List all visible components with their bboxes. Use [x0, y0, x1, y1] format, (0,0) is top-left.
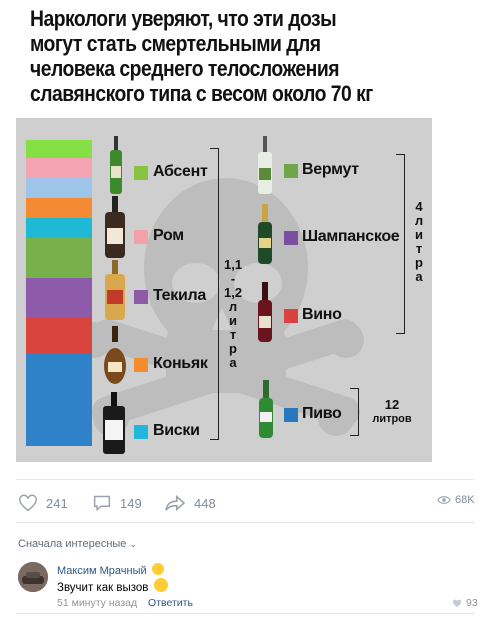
comments-divider [16, 613, 475, 614]
eye-icon [437, 496, 451, 504]
comment-meta: 51 минуту назад Ответить [57, 597, 193, 609]
beer-volume-bracket [350, 388, 359, 436]
comment-button[interactable]: 149 [92, 494, 142, 512]
stack-band [26, 158, 92, 178]
absinthe-bottle-icon [110, 136, 122, 194]
left-volume-text: - [230, 271, 236, 286]
right-volume-text: л [414, 213, 424, 228]
left-volume-text: 1,2 [224, 285, 243, 300]
rum-bottle-icon [105, 196, 125, 258]
wine-label: Вино [302, 306, 342, 323]
car-avatar-image [18, 562, 48, 592]
left-volume-text: и [229, 313, 237, 328]
whiskey-label: Виски [153, 422, 200, 439]
post-title: Наркологи уверяют, что эти дозы могут ст… [30, 6, 391, 106]
stack-band [26, 278, 92, 318]
comment-author-name: Максим Мрачный [57, 565, 147, 577]
rum-label: Ром [153, 227, 184, 244]
beer-volume-unit: литров [372, 413, 412, 425]
rum-swatch [134, 230, 148, 244]
post-title-line: могут стать смертельными для [30, 31, 321, 56]
views-count: 68K [455, 494, 475, 506]
champagne-swatch [284, 231, 298, 245]
tequila-label: Текила [153, 287, 206, 304]
left-volume-text: а [229, 355, 237, 370]
left-volume-bracket [210, 148, 219, 440]
color-stack [26, 140, 92, 446]
right-volume-text: а [415, 269, 423, 284]
actions-divider-top [16, 479, 475, 480]
comments-sort-dropdown[interactable]: Сначала интересные ⌄ [18, 538, 137, 550]
sort-label: Сначала интересные [18, 538, 127, 550]
sunglasses-emoji-icon [151, 563, 164, 575]
comment-icon [93, 495, 111, 512]
like-count: 241 [46, 495, 68, 511]
right-volume-text: т [415, 241, 423, 256]
like-button[interactable]: 241 [18, 494, 68, 512]
comment-like-count: 93 [466, 597, 478, 609]
post-title-line: Наркологи уверяют, что эти дозы [30, 6, 337, 31]
wine-swatch [284, 309, 298, 323]
stack-band [26, 318, 92, 354]
stack-band [26, 178, 92, 198]
left-volume-text: л [228, 299, 238, 314]
stack-band [26, 238, 92, 278]
stack-band [26, 198, 92, 218]
share-button[interactable]: 448 [164, 494, 216, 512]
comment-text-body: Звучит как вызов [57, 582, 149, 594]
comment-text: Звучит как вызов [57, 578, 168, 594]
beer-volume-label: 12 литров [364, 398, 420, 426]
absinthe-label: Абсент [153, 163, 208, 180]
vermouth-swatch [284, 164, 298, 178]
right-volume-label: 4 л и т р а [412, 200, 426, 284]
cognac-bottle-icon [104, 326, 126, 384]
whiskey-bottle-icon [103, 392, 125, 454]
right-volume-text: 4 [415, 199, 423, 214]
wine-bottle-icon [258, 282, 272, 342]
share-arrow-icon [165, 494, 186, 512]
comment-like-button[interactable]: 93 [452, 597, 478, 609]
tequila-bottle-icon [105, 260, 125, 320]
left-volume-label: 1,1 - 1,2 л и т р а [224, 258, 242, 370]
cognac-label: Коньяк [153, 355, 208, 372]
post-title-line: славянского типа с весом около 70 кг [30, 81, 373, 106]
comment-time[interactable]: 51 минуту назад [57, 597, 137, 609]
left-volume-text: т [229, 327, 237, 342]
cognac-swatch [134, 358, 148, 372]
share-count: 448 [194, 495, 216, 511]
comment-count: 149 [120, 495, 142, 511]
heart-icon [452, 599, 462, 607]
beer-bottle-icon [259, 380, 273, 438]
vermouth-bottle-icon [258, 136, 272, 194]
post-image[interactable]: Абсент Ром Текила Коньяк Виски 1,1 - 1,2… [16, 118, 432, 462]
tequila-swatch [134, 290, 148, 304]
vermouth-label: Вермут [302, 161, 359, 178]
champagne-bottle-icon [258, 204, 272, 264]
right-volume-text: и [415, 227, 423, 242]
comment-author[interactable]: Максим Мрачный [57, 563, 164, 577]
chevron-down-icon: ⌄ [129, 539, 138, 549]
reply-link[interactable]: Ответить [148, 597, 193, 609]
left-volume-text: р [229, 341, 237, 356]
beer-swatch [284, 408, 298, 422]
avatar[interactable] [18, 562, 48, 592]
stack-band [26, 354, 92, 446]
champagne-label: Шампанское [302, 228, 400, 245]
views-counter: 68K [437, 494, 475, 506]
absinthe-swatch [134, 166, 148, 180]
beer-volume-number: 12 [384, 397, 400, 412]
stack-band [26, 218, 92, 238]
beer-label: Пиво [302, 405, 342, 422]
stack-band [26, 140, 92, 158]
whiskey-swatch [134, 425, 148, 439]
actions-divider-bottom [16, 522, 475, 523]
left-volume-text: 1,1 [224, 257, 243, 272]
post-title-line: человека среднего телосложения [30, 56, 339, 81]
right-volume-bracket [396, 154, 405, 334]
right-volume-text: р [415, 255, 423, 270]
heart-icon [19, 494, 37, 512]
smirk-emoji-icon [153, 578, 168, 592]
